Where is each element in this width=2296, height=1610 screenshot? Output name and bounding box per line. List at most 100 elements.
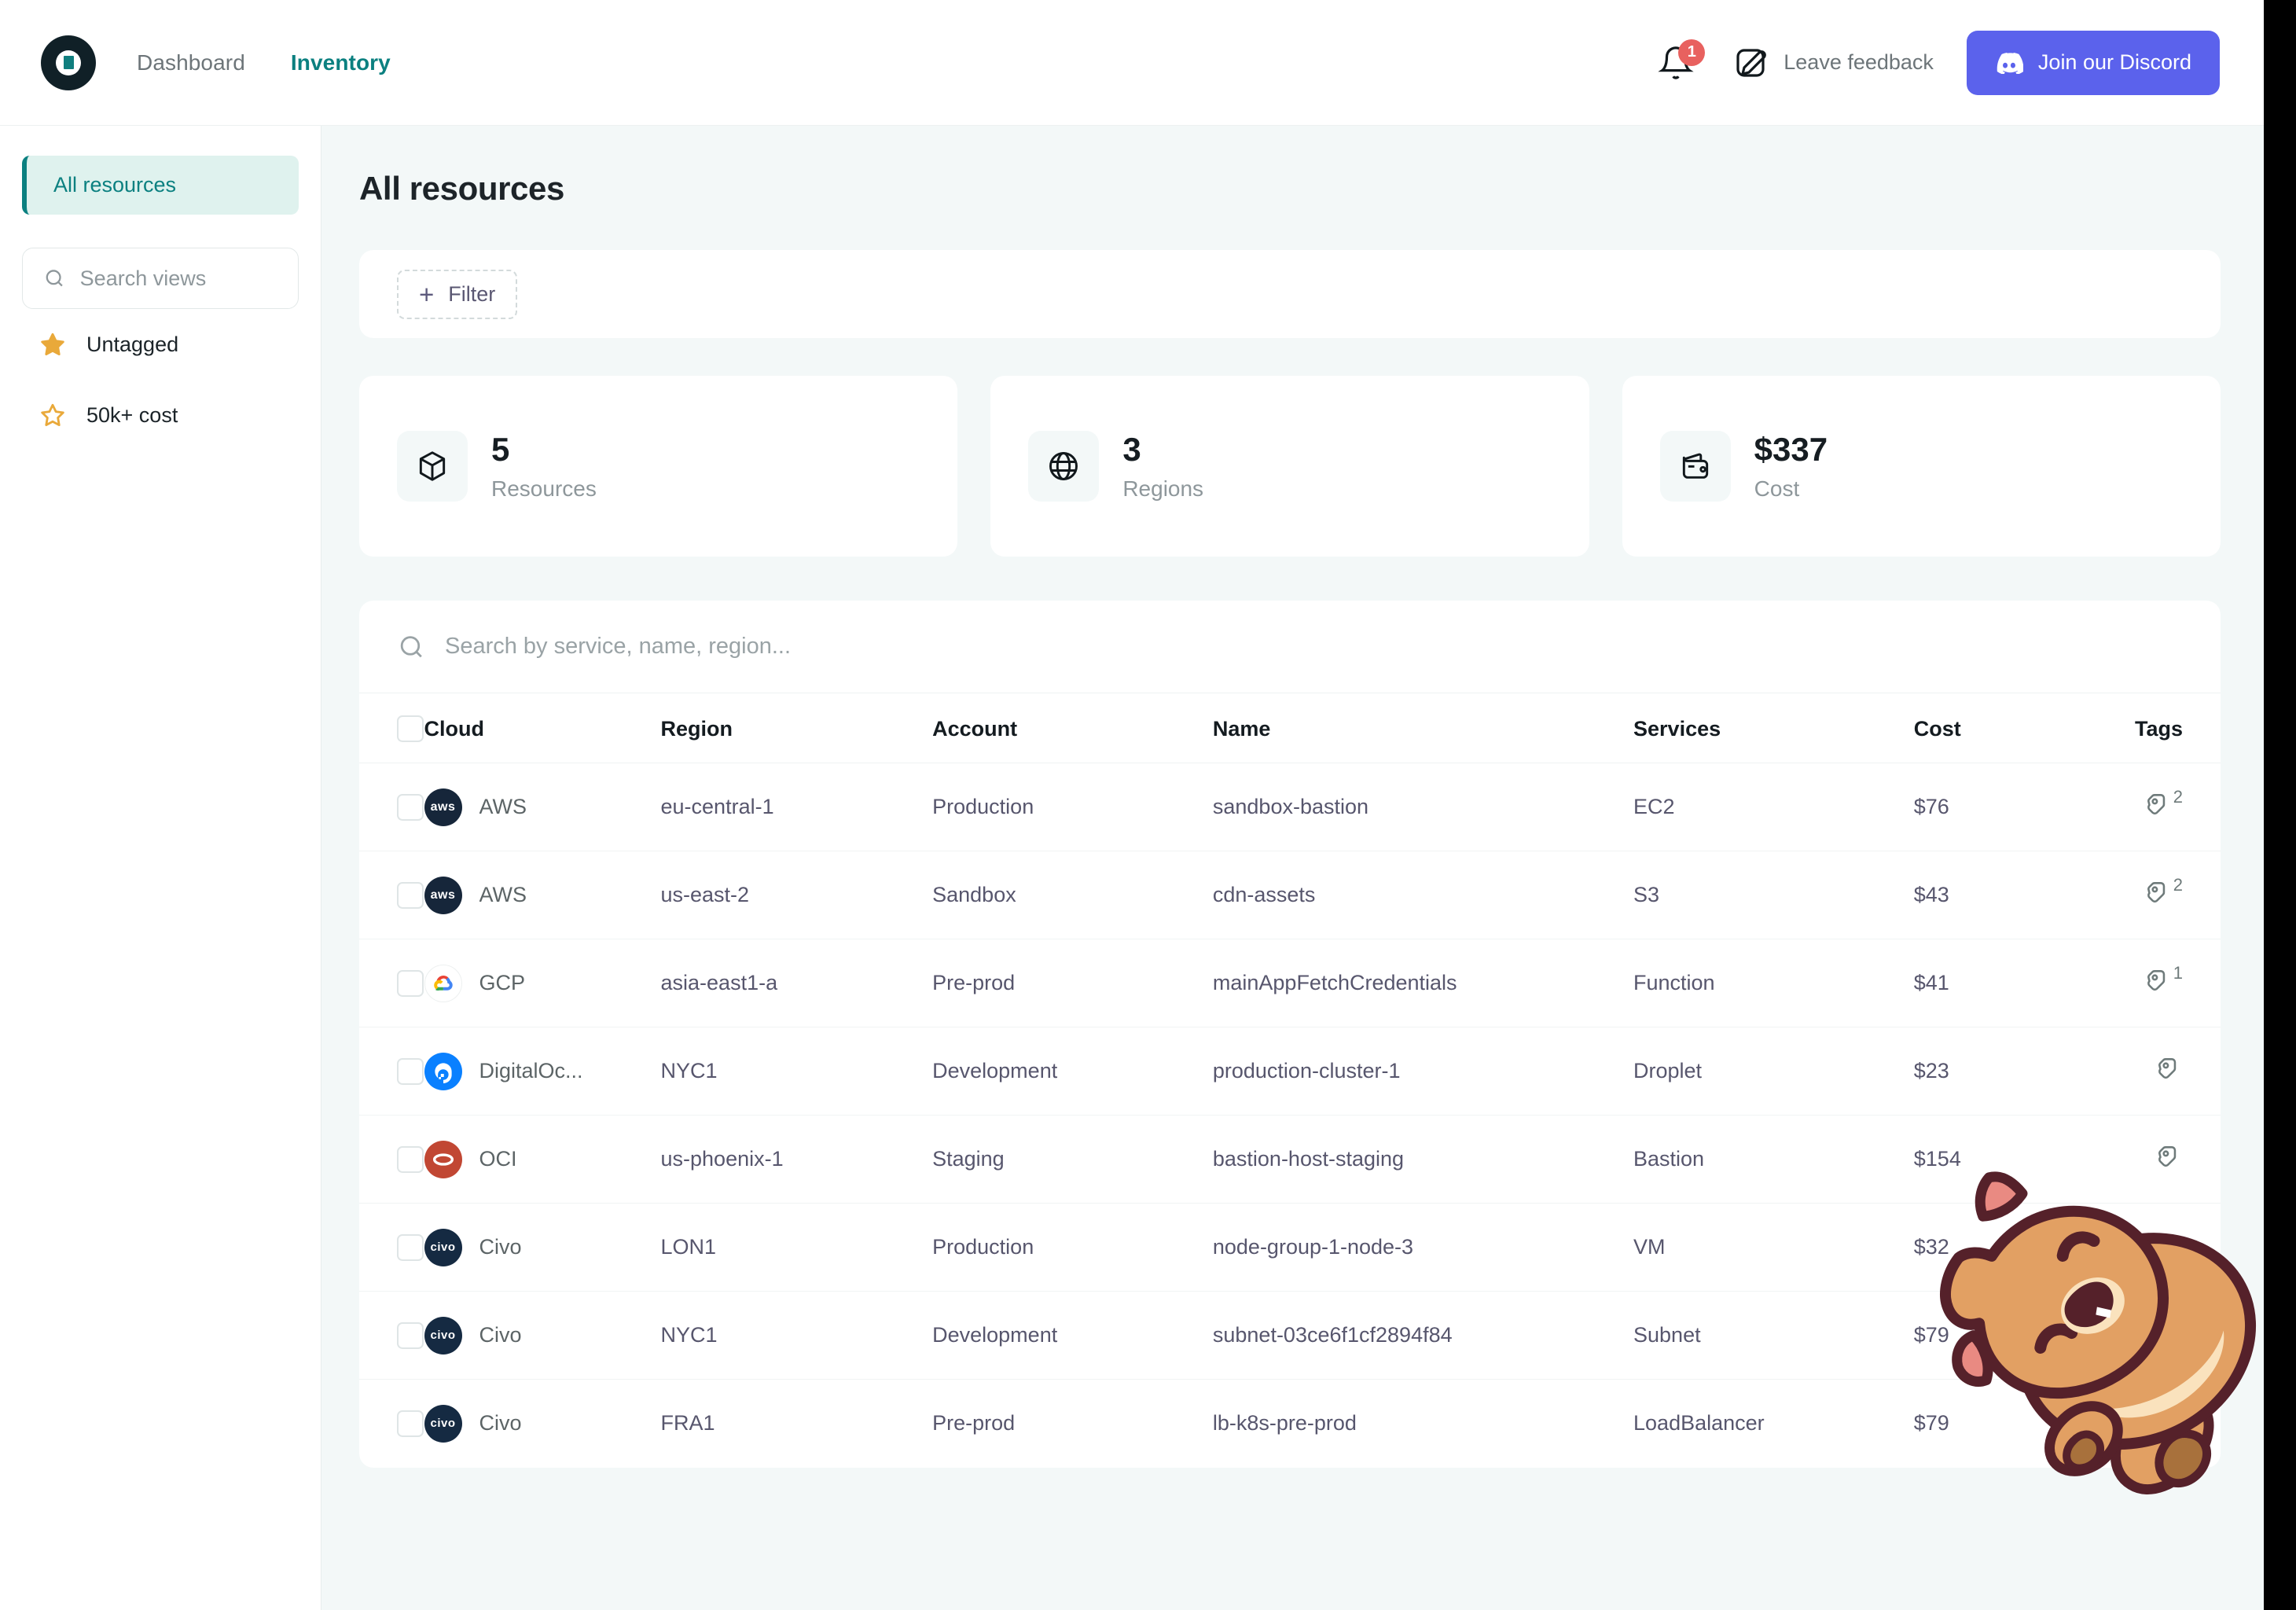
cell-region: NYC1 [660,1323,718,1347]
table-body: aws AWS eu-central-1 Production sandbox-bast… [359,763,2221,1468]
leave-feedback-label: Leave feedback [1784,50,1934,74]
select-all-checkbox[interactable] [397,715,424,742]
row-checkbox[interactable] [397,1233,424,1261]
cell-cloud: civo Civo [424,1380,661,1468]
row-select-cell [359,939,424,1027]
cell-cost: $76 [1913,795,1949,818]
search-views-input[interactable] [79,266,277,291]
notification-badge: 1 [1678,39,1706,66]
table-row[interactable]: aws AWS eu-central-1 Production sandbox-bast… [359,763,2221,851]
cell-cloud: aws AWS [424,763,661,851]
table-row[interactable]: civo Civo LON1 Production node-group-1-node-… [359,1204,2221,1292]
add-filter-button[interactable]: + Filter [397,269,518,319]
join-discord-label: Join our Discord [2037,50,2191,74]
stat-label: Resources [491,476,597,502]
cell-cost: $79 [1913,1411,1949,1435]
page-title: All resources [359,170,564,207]
column-header-account[interactable]: Account [932,693,1213,763]
page-body: All resources Untagged 50k+ cost [0,126,2264,1610]
edit-pencil-icon [1736,48,1767,77]
do-logo-icon [424,1052,462,1090]
table-row[interactable]: civo Civo NYC1 Development subnet-03ce6f1cf2… [359,1292,2221,1380]
cube-icon [397,431,468,502]
column-header-name[interactable]: Name [1213,693,1633,763]
tags-badge[interactable] [2155,1230,2183,1259]
column-header-region[interactable]: Region [661,693,933,763]
star-outline-icon [41,403,64,427]
sidebar-view-50k-cost[interactable]: 50k+ cost [22,380,299,450]
table-row[interactable]: civo Civo FRA1 Pre-prod lb-k8s-pre-prod LoadB… [359,1380,2221,1468]
cell-services: Function [1633,971,1715,994]
cell-name: cdn-assets [1212,883,1316,906]
row-select-cell [359,1027,424,1116]
column-header-services[interactable]: Services [1633,693,1914,763]
table-row[interactable]: GCP asia-east1-a Pre-prod mainAppFetchCrede… [359,939,2221,1027]
tags-badge[interactable] [2155,1054,2183,1083]
column-header-cost[interactable]: Cost [1914,693,2089,763]
cell-tags: 2 [2089,851,2221,939]
search-views-field[interactable] [22,248,299,309]
table-row[interactable]: DigitalOc... NYC1 Development production-cl… [359,1027,2221,1116]
cell-account: Production [932,1235,1034,1259]
tags-badge[interactable] [2155,1406,2183,1435]
cell-region: us-east-2 [660,883,750,906]
row-select-cell [359,1116,424,1204]
cell-account: Development [932,1323,1058,1347]
row-select-cell [359,1292,424,1380]
cell-cost: $79 [1913,1323,1949,1347]
tags-badge[interactable]: 1 [2144,963,2183,994]
civo-logo-icon: civo [424,1404,462,1443]
sidebar-view-untagged[interactable]: Untagged [22,309,299,380]
row-checkbox[interactable] [397,969,424,997]
row-checkbox[interactable] [397,1410,424,1437]
select-all-header [359,693,424,763]
cell-name: mainAppFetchCredentials [1212,971,1457,994]
filter-bar: + Filter [359,250,2221,338]
stats-row: 5 Resources 3 Regions $337 Cost [359,376,2221,557]
row-select-cell [359,1380,424,1468]
cell-cloud: DigitalOc... [424,1027,661,1116]
cloud-name: GCP [479,971,526,994]
row-checkbox[interactable] [397,1321,424,1349]
table-header-row: Cloud Region Account Name Services Cost … [359,693,2221,763]
table-row[interactable]: aws AWS us-east-2 Sandbox cdn-assets S3 $43 2 [359,851,2221,939]
row-checkbox[interactable] [397,1145,424,1173]
row-checkbox[interactable] [397,793,424,821]
nav-link-dashboard[interactable]: Dashboard [137,50,245,75]
notifications-button[interactable]: 1 [1658,39,1706,85]
column-header-tags[interactable]: Tags [2089,693,2221,763]
cloud-name: Civo [479,1235,522,1259]
discord-icon [1997,52,2023,74]
table-row[interactable]: OCI us-phoenix-1 Staging bastion-host-stagi… [359,1116,2221,1204]
table-search-field[interactable] [359,601,2221,693]
tags-badge[interactable]: 2 [2144,875,2183,906]
row-checkbox[interactable] [397,1057,424,1085]
main-content: All resources + Filter 5 Resources 3 Reg… [321,126,2264,1610]
cell-cost: $23 [1913,1059,1949,1083]
cell-name: node-group-1-node-3 [1212,1235,1414,1259]
row-checkbox[interactable] [397,881,424,909]
app-logo-icon[interactable] [41,35,96,90]
resources-table: Cloud Region Account Name Services Cost … [359,693,2221,1468]
gcp-logo-icon [424,964,462,1002]
cell-tags [2089,1380,2221,1468]
cell-name: sandbox-bastion [1212,795,1369,818]
cell-cost: $154 [1913,1147,1961,1171]
sidebar-item-all-resources[interactable]: All resources [22,156,299,215]
globe-icon [1028,431,1100,502]
row-select-cell [359,1204,424,1292]
column-header-cloud[interactable]: Cloud [424,693,661,763]
cell-cloud: GCP [424,939,661,1027]
app-root: Dashboard Inventory 1 Leave feedback Joi… [0,0,2264,1610]
leave-feedback-button[interactable]: Leave feedback [1732,44,1934,82]
table-search-input[interactable] [444,634,2183,660]
nav-link-inventory[interactable]: Inventory [291,50,391,75]
cell-region: asia-east1-a [660,971,778,994]
cell-name: lb-k8s-pre-prod [1212,1411,1357,1435]
tags-badge[interactable] [2155,1318,2183,1347]
aws-logo-icon: aws [424,876,462,914]
row-select-cell [359,763,424,851]
tags-badge[interactable]: 2 [2144,787,2183,818]
tags-badge[interactable] [2155,1142,2183,1171]
join-discord-button[interactable]: Join our Discord [1966,30,2220,95]
